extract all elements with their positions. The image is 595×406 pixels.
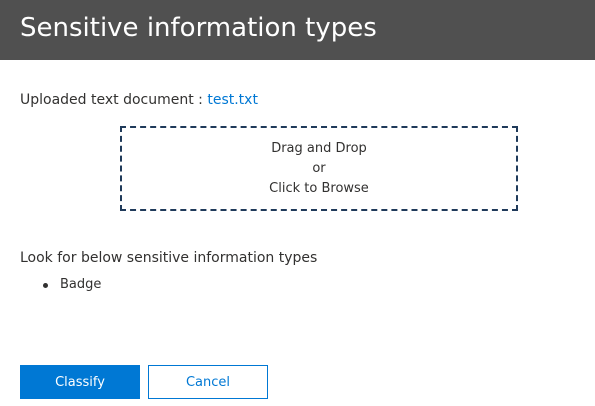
file-dropzone[interactable]: Drag and Drop or Click to Browse	[120, 126, 518, 211]
uploaded-document-label: Uploaded text document :	[20, 92, 208, 108]
sensitive-types-heading: Look for below sensitive information typ…	[20, 250, 318, 266]
page-title: Sensitive information types	[20, 13, 377, 43]
dropzone-browse-text: Click to Browse	[269, 181, 369, 196]
panel-header: Sensitive information types	[0, 0, 595, 60]
uploaded-file-link[interactable]: test.txt	[207, 92, 258, 108]
uploaded-document-row: Uploaded text document : test.txt	[20, 90, 258, 110]
sensitive-type-label: Badge	[60, 277, 102, 292]
cancel-button[interactable]: Cancel	[148, 365, 268, 399]
bullet-icon	[43, 283, 48, 288]
classify-button[interactable]: Classify	[20, 365, 140, 399]
sensitive-types-list: Badge	[40, 275, 101, 295]
dropzone-drag-text: Drag and Drop	[271, 141, 367, 156]
list-item: Badge	[40, 275, 101, 295]
dropzone-or-text: or	[312, 161, 326, 176]
